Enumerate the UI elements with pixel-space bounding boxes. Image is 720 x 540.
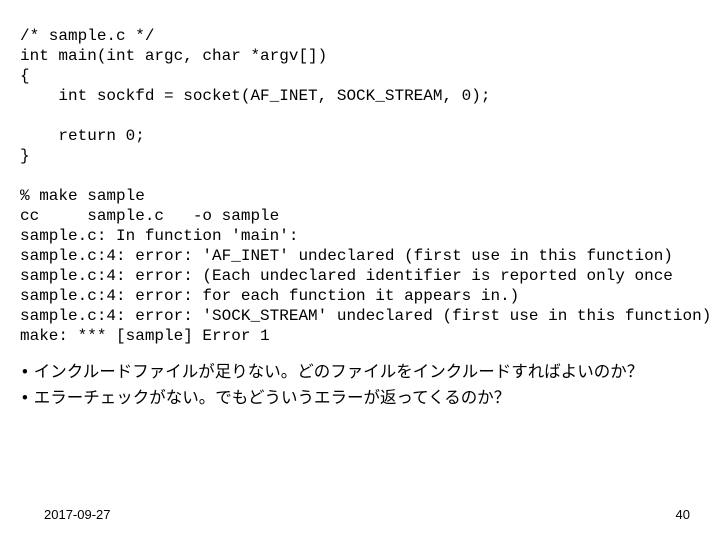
- code-line: make: *** [sample] Error 1: [20, 327, 270, 345]
- bullet-text: エラーチェックがない。でもどういうエラーが返ってくるのか？: [34, 386, 511, 412]
- code-line: {: [20, 67, 30, 85]
- bullet-list: • インクルードファイルが足りない。どのファイルをインクルードすればよいのか？ …: [20, 360, 700, 411]
- code-line: sample.c:4: error: 'AF_INET' undeclared …: [20, 247, 673, 265]
- bullet-dot-icon: •: [22, 386, 28, 412]
- bullet-dot-icon: •: [22, 360, 28, 386]
- code-block: /* sample.c */ int main(int argc, char *…: [20, 26, 700, 346]
- code-line: sample.c:4: error: 'SOCK_STREAM' undecla…: [20, 307, 711, 325]
- footer-page-number: 40: [676, 507, 690, 522]
- code-line: return 0;: [20, 127, 145, 145]
- bullet-item: • インクルードファイルが足りない。どのファイルをインクルードすればよいのか？: [22, 360, 700, 386]
- code-line: sample.c:4: error: for each function it …: [20, 287, 519, 305]
- footer-date: 2017-09-27: [44, 507, 111, 522]
- code-line: /* sample.c */: [20, 27, 154, 45]
- code-line: sample.c: In function 'main':: [20, 227, 298, 245]
- code-line: cc sample.c -o sample: [20, 207, 279, 225]
- code-line: int main(int argc, char *argv[]): [20, 47, 327, 65]
- bullet-item: • エラーチェックがない。でもどういうエラーが返ってくるのか？: [22, 386, 700, 412]
- code-line: int sockfd = socket(AF_INET, SOCK_STREAM…: [20, 87, 490, 105]
- code-line: }: [20, 147, 30, 165]
- code-line: % make sample: [20, 187, 145, 205]
- code-line: sample.c:4: error: (Each undeclared iden…: [20, 267, 673, 285]
- slide-body: /* sample.c */ int main(int argc, char *…: [0, 0, 720, 411]
- bullet-text: インクルードファイルが足りない。どのファイルをインクルードすればよいのか？: [34, 360, 644, 386]
